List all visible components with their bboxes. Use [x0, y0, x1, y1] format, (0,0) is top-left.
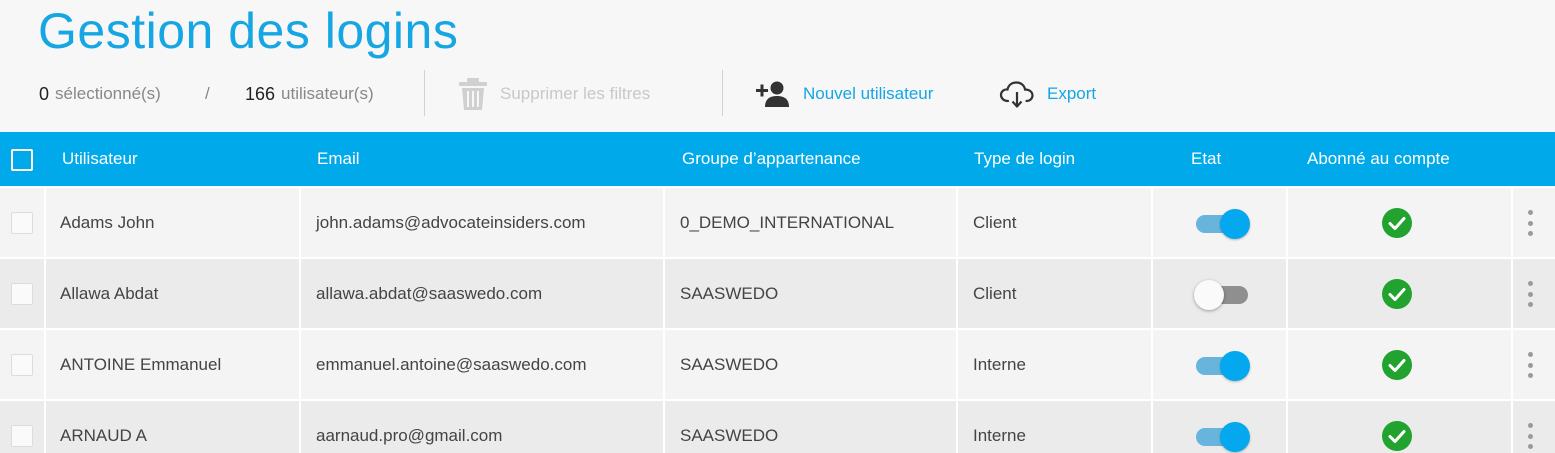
column-divider — [44, 401, 46, 453]
column-divider — [663, 259, 665, 328]
user-group: SAASWEDO — [680, 426, 779, 445]
user-count-value: 166 — [245, 83, 276, 104]
row-checkbox[interactable] — [11, 425, 33, 447]
users-table: Utilisateur Email Groupe d’appartenance … — [0, 132, 1555, 453]
column-divider — [1286, 188, 1288, 257]
table-row[interactable]: ANTOINE Emmanuel emmanuel.antoine@saaswe… — [0, 328, 1555, 399]
column-divider — [1151, 259, 1153, 328]
toggle-knob — [1220, 209, 1250, 239]
toggle-knob — [1194, 280, 1224, 310]
export-button[interactable]: Export — [999, 66, 1096, 122]
column-divider — [1151, 401, 1153, 453]
export-label: Export — [1047, 84, 1097, 103]
state-toggle[interactable] — [1196, 351, 1252, 381]
column-divider — [956, 259, 958, 328]
user-count-label: utilisateur(s) — [281, 84, 374, 103]
more-vertical-icon[interactable] — [1522, 421, 1538, 451]
column-divider — [1511, 188, 1513, 257]
check-circle-icon — [1382, 279, 1412, 309]
header-login-type[interactable]: Type de login — [974, 132, 1075, 186]
count-separator: / — [205, 66, 210, 122]
trash-icon — [458, 77, 488, 111]
check-circle-icon — [1382, 421, 1412, 451]
column-divider — [299, 330, 301, 399]
column-divider — [1286, 330, 1288, 399]
column-divider — [1151, 330, 1153, 399]
column-divider — [1151, 188, 1153, 257]
more-vertical-icon[interactable] — [1522, 279, 1538, 309]
user-email: john.adams@advocateinsiders.com — [316, 213, 586, 232]
column-divider — [299, 188, 301, 257]
toolbar-divider — [722, 70, 723, 116]
header-state[interactable]: Etat — [1191, 132, 1221, 186]
header-subscribed[interactable]: Abonné au compte — [1307, 132, 1450, 186]
column-divider — [1286, 401, 1288, 453]
row-checkbox[interactable] — [11, 283, 33, 305]
new-user-button[interactable]: Nouvel utilisateur — [755, 66, 933, 122]
login-type: Interne — [973, 355, 1026, 374]
row-checkbox[interactable] — [11, 212, 33, 234]
login-type: Interne — [973, 426, 1026, 445]
separator-text: / — [205, 84, 210, 103]
user-name: ANTOINE Emmanuel — [60, 355, 222, 374]
add-user-icon — [755, 80, 791, 108]
table-row[interactable]: Adams John john.adams@advocateinsiders.c… — [0, 186, 1555, 257]
state-toggle[interactable] — [1194, 280, 1252, 310]
column-divider — [44, 188, 46, 257]
clear-filters-button[interactable]: Supprimer les filtres — [458, 66, 650, 122]
column-divider — [663, 401, 665, 453]
selection-count: 0 sélectionné(s) — [39, 66, 161, 122]
table-header: Utilisateur Email Groupe d’appartenance … — [0, 132, 1555, 186]
column-divider — [956, 188, 958, 257]
page-title: Gestion des logins — [38, 3, 459, 59]
toggle-knob — [1220, 422, 1250, 452]
column-divider — [956, 330, 958, 399]
column-divider — [663, 188, 665, 257]
user-email: allawa.abdat@saaswedo.com — [316, 284, 543, 303]
selected-label: sélectionné(s) — [55, 84, 161, 103]
column-divider — [1511, 259, 1513, 328]
header-group[interactable]: Groupe d’appartenance — [682, 132, 861, 186]
column-divider — [956, 401, 958, 453]
table-row[interactable]: Allawa Abdat allawa.abdat@saaswedo.com S… — [0, 257, 1555, 328]
more-vertical-icon[interactable] — [1522, 350, 1538, 380]
login-type: Client — [973, 213, 1017, 232]
toolbar-divider — [424, 70, 425, 116]
clear-filters-label: Supprimer les filtres — [500, 84, 651, 103]
header-email[interactable]: Email — [317, 132, 360, 186]
new-user-label: Nouvel utilisateur — [803, 84, 934, 103]
user-name: Adams John — [60, 213, 155, 232]
select-all-checkbox[interactable] — [11, 149, 33, 171]
column-divider — [299, 259, 301, 328]
column-divider — [44, 330, 46, 399]
user-group: SAASWEDO — [680, 284, 779, 303]
user-group: 0_DEMO_INTERNATIONAL — [680, 213, 895, 232]
check-circle-icon — [1382, 208, 1412, 238]
column-divider — [44, 259, 46, 328]
state-toggle[interactable] — [1196, 209, 1252, 239]
user-group: SAASWEDO — [680, 355, 779, 374]
more-vertical-icon[interactable] — [1522, 208, 1538, 238]
user-count: 166 utilisateur(s) — [245, 66, 374, 122]
state-toggle[interactable] — [1196, 422, 1252, 452]
selected-count: 0 — [39, 83, 50, 104]
table-row[interactable]: ARNAUD A aarnaud.pro@gmail.com SAASWEDO … — [0, 399, 1555, 453]
user-email: aarnaud.pro@gmail.com — [316, 426, 503, 445]
user-email: emmanuel.antoine@saaswedo.com — [316, 355, 587, 374]
login-type: Client — [973, 284, 1017, 303]
check-circle-icon — [1382, 350, 1412, 380]
toolbar: 0 sélectionné(s) / 166 utilisateur(s) Su… — [0, 66, 1555, 122]
column-divider — [663, 330, 665, 399]
column-divider — [1511, 330, 1513, 399]
toggle-knob — [1220, 351, 1250, 381]
column-divider — [299, 401, 301, 453]
row-checkbox[interactable] — [11, 354, 33, 376]
column-divider — [1286, 259, 1288, 328]
cloud-download-icon — [999, 80, 1035, 108]
header-user[interactable]: Utilisateur — [62, 132, 138, 186]
user-name: ARNAUD A — [60, 426, 147, 445]
column-divider — [1511, 401, 1513, 453]
user-name: Allawa Abdat — [60, 284, 159, 303]
